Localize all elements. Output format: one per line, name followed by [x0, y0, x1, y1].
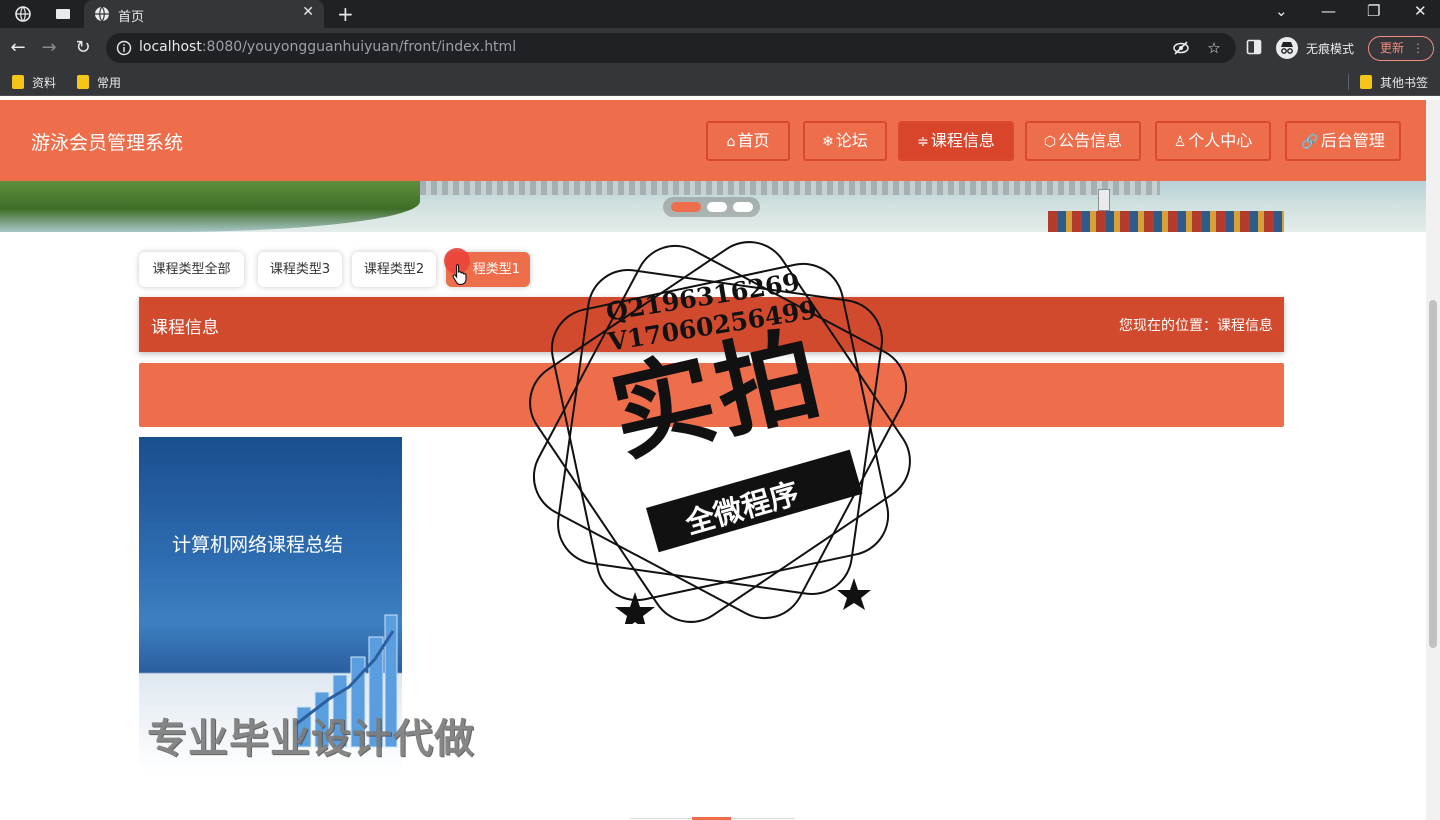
banner-image-shore [0, 181, 420, 232]
scrollbar-thumb[interactable] [1429, 300, 1437, 648]
filter-type-2[interactable]: 课程类型2 [352, 252, 436, 287]
carousel-dot-2[interactable] [707, 202, 727, 212]
incognito-label: 无痕模式 [1306, 42, 1355, 56]
section-title: 课程信息 [151, 318, 219, 338]
nav-admin[interactable]: 🔗 后台管理 [1285, 121, 1401, 161]
restore-icon[interactable]: ❐ [1367, 2, 1380, 20]
update-label: 更新 [1380, 41, 1405, 55]
nav-forum[interactable]: ❄ 论坛 [803, 121, 887, 161]
folder-icon [12, 75, 24, 89]
browser-tab-strip: 首页 ✕ + ⌄ — ❐ ✕ [0, 0, 1440, 28]
course-cover-title: 计算机网络课程总结 [172, 534, 344, 556]
link-icon: 🔗 [1301, 134, 1319, 150]
site-title: 游泳会员管理系统 [31, 132, 184, 154]
page-scrollbar[interactable] [1426, 100, 1440, 820]
url-text: localhost:8080/youyongguanhuiyuan/front/… [139, 39, 517, 55]
nav-home[interactable]: ⌂ 首页 [706, 121, 790, 161]
bookmark-folder-changyong[interactable]: 常用 [77, 74, 121, 90]
eye-off-icon[interactable] [1172, 39, 1190, 57]
home-icon: ⌂ [726, 134, 736, 150]
tab-search-icon[interactable] [54, 5, 72, 23]
banner-image-cargo-ship [1048, 211, 1284, 232]
incognito-icon [1276, 37, 1298, 59]
tab-title: 首页 [118, 10, 145, 25]
nav-announcements[interactable]: ⬡ 公告信息 [1025, 121, 1141, 161]
nav-personal-center[interactable]: ♙ 个人中心 [1155, 121, 1271, 161]
reload-icon[interactable]: ↻ [72, 37, 94, 59]
filter-type-3[interactable]: 课程类型3 [258, 252, 342, 287]
bookmark-star-icon[interactable]: ☆ [1205, 39, 1223, 57]
minimize-icon[interactable]: — [1321, 2, 1336, 20]
folder-icon [77, 75, 89, 89]
carousel-banner[interactable] [0, 181, 1426, 232]
page-viewport: 游泳会员管理系统 ⌂ 首页 ❄ 论坛 ≑ 课程信息 ⬡ 公告信息 ♙ 个人中心 🔗 后台管理… [0, 100, 1440, 820]
banner-image-skyline [420, 181, 1160, 195]
browser-app-icon[interactable] [14, 5, 32, 23]
more-menu-icon[interactable]: ⋮ [1412, 37, 1424, 60]
snowflake-icon: ❄ [822, 134, 834, 150]
folder-icon [1360, 75, 1372, 89]
browser-tab-home[interactable]: 首页 ✕ [84, 0, 324, 28]
banner-image-ship-tower [1098, 189, 1110, 211]
back-arrow-icon[interactable]: ← [7, 37, 29, 59]
bookmark-separator [1348, 74, 1349, 90]
cube-icon: ⬡ [1043, 134, 1057, 150]
bookmarks-bar: 资料 常用 其他书签 [0, 68, 1440, 96]
bookmark-folder-ziliao[interactable]: 资料 [12, 74, 56, 90]
address-bar[interactable]: localhost:8080/youyongguanhuiyuan/front/… [106, 33, 1236, 63]
carousel-dot-1[interactable] [671, 202, 701, 212]
filter-all[interactable]: 课程类型全部 [139, 252, 244, 287]
breadcrumb-location: 您现在的位置：课程信息 [1119, 318, 1273, 334]
forward-arrow-icon[interactable]: → [38, 37, 60, 59]
sliders-icon: ≑ [917, 134, 929, 150]
hand-cursor-icon [452, 263, 467, 285]
carousel-dot-3[interactable] [733, 202, 753, 212]
update-button[interactable]: 更新 ⋮ [1368, 36, 1434, 61]
close-window-icon[interactable]: ✕ [1414, 2, 1427, 20]
watermark-bottom-text: 专业毕业设计代做 [147, 716, 475, 762]
user-icon: ♙ [1173, 134, 1187, 150]
new-tab-button[interactable]: + [337, 2, 354, 26]
nav-course-info[interactable]: ≑ 课程信息 [898, 121, 1014, 161]
carousel-indicators [663, 197, 760, 217]
close-tab-icon[interactable]: ✕ [302, 4, 314, 20]
globe-icon [95, 6, 109, 22]
site-info-icon[interactable] [116, 40, 132, 56]
browser-toolbar: ← → ↻ localhost:8080/youyongguanhuiyuan/… [0, 28, 1440, 68]
tab-list-icon[interactable]: ⌄ [1275, 2, 1288, 20]
site-header: 游泳会员管理系统 ⌂ 首页 ❄ 论坛 ≑ 课程信息 ⬡ 公告信息 ♙ 个人中心 🔗 后台管理 [0, 100, 1426, 181]
other-bookmarks[interactable]: 其他书签 [1360, 74, 1428, 90]
side-panel-icon[interactable] [1246, 39, 1262, 55]
